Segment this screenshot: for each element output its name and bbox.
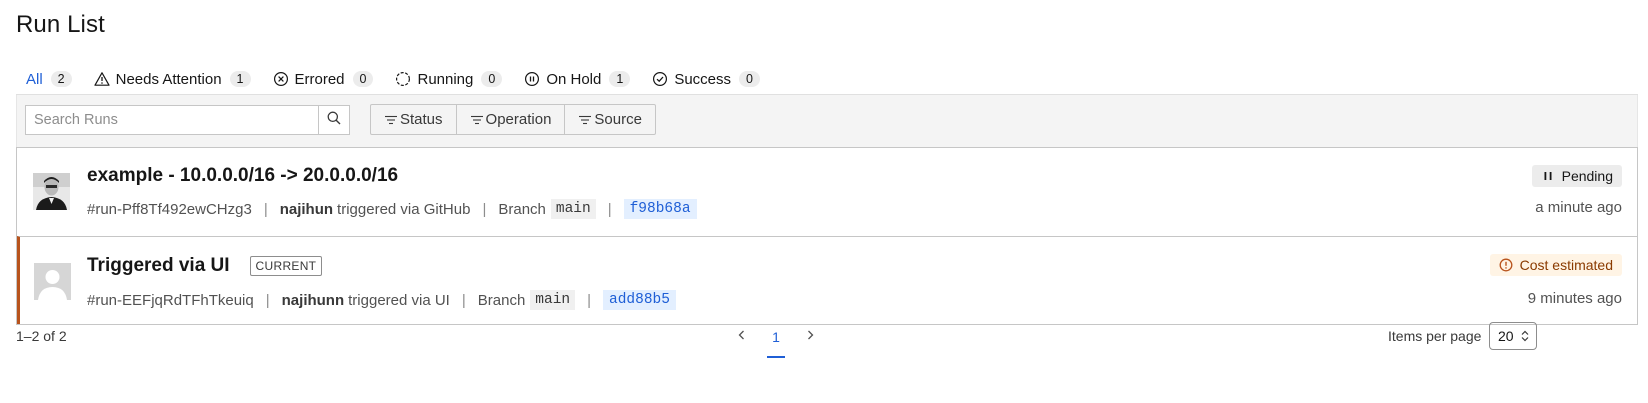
current-tag: CURRENT bbox=[249, 256, 323, 276]
search-input[interactable] bbox=[25, 105, 318, 135]
warning-icon bbox=[94, 71, 110, 87]
status-badge: Cost estimated bbox=[1489, 254, 1622, 276]
separator: | bbox=[265, 291, 270, 309]
tab-running[interactable]: Running 0 bbox=[385, 63, 514, 95]
separator: | bbox=[607, 200, 612, 218]
run-meta: #run-Pff8Tf492ewCHzg3 | najihun triggere… bbox=[87, 199, 697, 219]
page-number[interactable]: 1 bbox=[760, 322, 792, 358]
run-title-text: example - 10.0.0.0/16 -> 20.0.0.0/16 bbox=[87, 165, 399, 186]
operation-filter-button[interactable]: Operation bbox=[457, 105, 566, 134]
run-trigger: triggered via GitHub bbox=[337, 200, 471, 218]
separator: | bbox=[263, 200, 268, 218]
run-row[interactable]: example - 10.0.0.0/16 -> 20.0.0.0/16 #ru… bbox=[17, 148, 1637, 236]
run-meta: #run-EEFjqRdTFhTkeuiq | najihunn trigger… bbox=[87, 290, 676, 310]
pagination-bar: 1–2 of 2 1 Items per page 20 bbox=[0, 316, 1648, 358]
select-chevron-icon bbox=[1520, 329, 1530, 343]
filter-icon bbox=[470, 113, 484, 127]
running-circle-icon bbox=[395, 71, 411, 87]
page-title: Run List bbox=[16, 11, 105, 38]
items-per-page-value: 20 bbox=[1498, 328, 1514, 344]
pause-circle-icon bbox=[524, 71, 540, 87]
status-filter-label: Status bbox=[400, 111, 443, 128]
tab-running-label: Running bbox=[417, 70, 474, 88]
search-box bbox=[25, 105, 350, 135]
tab-running-count: 0 bbox=[481, 71, 503, 87]
search-button[interactable] bbox=[318, 105, 350, 135]
source-filter-label: Source bbox=[594, 111, 642, 128]
run-title[interactable]: example - 10.0.0.0/16 -> 20.0.0.0/16 bbox=[87, 165, 398, 187]
run-id: #run-Pff8Tf492ewCHzg3 bbox=[87, 200, 252, 218]
tab-success-count: 0 bbox=[739, 71, 760, 87]
pagination-range: 1–2 of 2 bbox=[16, 328, 67, 344]
run-tabs: All 2 Needs Attention 1 Errored 0 Runnin… bbox=[16, 63, 772, 97]
filter-group: Status Operation Source bbox=[370, 104, 656, 135]
run-user: najihun bbox=[279, 200, 334, 218]
tab-success[interactable]: Success 0 bbox=[642, 63, 772, 95]
branch-label: Branch bbox=[477, 291, 526, 309]
run-list: example - 10.0.0.0/16 -> 20.0.0.0/16 #ru… bbox=[16, 147, 1638, 325]
tab-errored-label: Errored bbox=[294, 70, 345, 88]
next-page-button[interactable] bbox=[798, 323, 822, 351]
status-text: Cost estimated bbox=[1519, 257, 1613, 273]
filter-icon bbox=[578, 113, 592, 127]
separator: | bbox=[587, 291, 592, 309]
run-user: najihunn bbox=[281, 291, 345, 309]
run-timestamp: a minute ago bbox=[1535, 199, 1622, 216]
items-per-page-select[interactable]: 20 bbox=[1489, 322, 1537, 350]
commit-sha-link[interactable]: f98b68a bbox=[623, 199, 697, 219]
status-badge: Pending bbox=[1531, 165, 1622, 187]
search-icon bbox=[326, 110, 342, 131]
status-filter-button[interactable]: Status bbox=[371, 105, 457, 134]
run-timestamp: 9 minutes ago bbox=[1527, 290, 1622, 307]
run-id: #run-EEFjqRdTFhTkeuiq bbox=[87, 291, 254, 309]
run-row[interactable]: Triggered via UI CURRENT #run-EEFjqRdTFh… bbox=[17, 236, 1637, 324]
tab-success-label: Success bbox=[674, 70, 732, 88]
source-filter-button[interactable]: Source bbox=[565, 105, 655, 134]
pause-icon bbox=[1541, 169, 1555, 183]
avatar bbox=[33, 173, 70, 210]
tab-all-count: 2 bbox=[50, 71, 72, 87]
runs-toolbar: Status Operation Source bbox=[16, 95, 1638, 147]
run-title-text: Triggered via UI bbox=[87, 255, 230, 276]
separator: | bbox=[461, 291, 466, 309]
items-per-page-label: Items per page bbox=[1388, 328, 1482, 344]
branch-name: main bbox=[530, 290, 576, 310]
run-trigger: triggered via UI bbox=[348, 291, 450, 309]
run-title[interactable]: Triggered via UI CURRENT bbox=[87, 255, 323, 277]
chevron-right-icon bbox=[804, 328, 816, 346]
commit-sha-link[interactable]: add88b5 bbox=[603, 290, 676, 310]
avatar bbox=[34, 263, 71, 300]
tab-errored-count: 0 bbox=[352, 71, 374, 87]
tab-all[interactable]: All 2 bbox=[16, 63, 84, 97]
alert-circle-icon bbox=[1499, 258, 1513, 272]
tab-on-hold-label: On Hold bbox=[546, 70, 602, 88]
pager: 1 bbox=[730, 322, 822, 358]
operation-filter-label: Operation bbox=[485, 111, 552, 128]
tab-all-label: All bbox=[26, 70, 43, 88]
branch-name: main bbox=[550, 199, 596, 219]
branch-label: Branch bbox=[498, 200, 546, 218]
filter-icon bbox=[384, 113, 398, 127]
tab-errored[interactable]: Errored 0 bbox=[263, 63, 386, 95]
tab-on-hold-count: 1 bbox=[609, 71, 631, 87]
tab-needs-attention[interactable]: Needs Attention 1 bbox=[84, 63, 263, 95]
previous-page-button[interactable] bbox=[730, 323, 754, 351]
chevron-left-icon bbox=[736, 328, 748, 346]
status-text: Pending bbox=[1561, 168, 1613, 184]
separator: | bbox=[482, 200, 487, 218]
tab-needs-attention-count: 1 bbox=[229, 71, 251, 87]
tab-on-hold[interactable]: On Hold 1 bbox=[514, 63, 642, 95]
error-circle-icon bbox=[273, 71, 289, 87]
check-circle-icon bbox=[652, 71, 668, 87]
tab-needs-attention-label: Needs Attention bbox=[115, 70, 222, 88]
